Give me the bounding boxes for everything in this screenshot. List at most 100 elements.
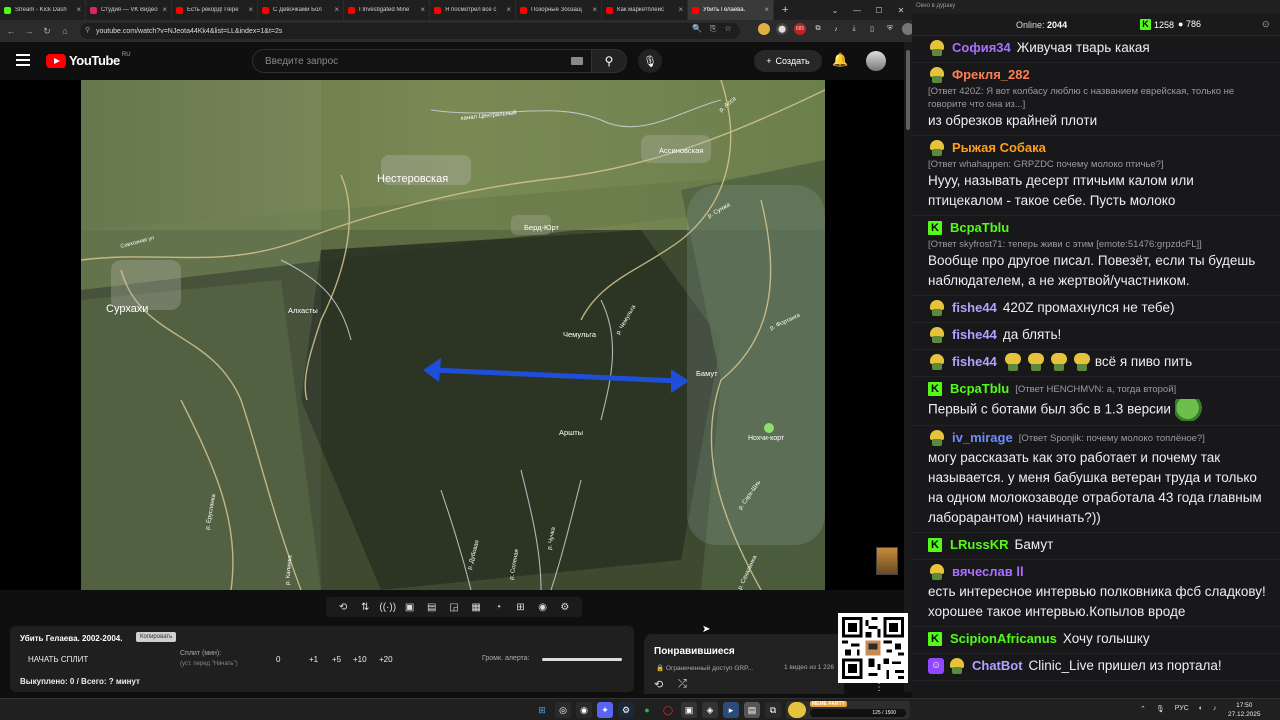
- chat-username[interactable]: fishe44: [952, 298, 997, 318]
- close-tab-icon[interactable]: ×: [678, 5, 683, 14]
- back-icon[interactable]: ←: [4, 26, 18, 36]
- browser-tab[interactable]: С Девочками Бол ×: [258, 0, 344, 20]
- add-icon[interactable]: ⊞: [512, 602, 528, 613]
- reload-icon[interactable]: ↻: [40, 26, 54, 37]
- media-icon[interactable]: ♪: [830, 23, 842, 35]
- notifications-bell-icon[interactable]: 🔔: [832, 52, 848, 68]
- close-tab-icon[interactable]: ×: [76, 5, 81, 14]
- close-tab-icon[interactable]: ×: [506, 5, 511, 14]
- browser-tab[interactable]: Как маркетплейс ×: [602, 0, 688, 20]
- extension-icon[interactable]: ⬤: [776, 23, 788, 35]
- alert-volume-slider[interactable]: [542, 658, 622, 661]
- broadcast-icon[interactable]: ((·)): [379, 602, 396, 613]
- scrollbar-thumb[interactable]: [906, 50, 910, 130]
- download-icon[interactable]: ⤓: [848, 23, 860, 35]
- account-avatar[interactable]: [866, 51, 886, 71]
- chat-username[interactable]: fishe44: [952, 325, 997, 345]
- speed-icon[interactable]: ◔: [490, 602, 506, 613]
- app-icon[interactable]: ▸: [723, 702, 739, 718]
- voice-search-button[interactable]: 🎙: [638, 49, 662, 73]
- chat-username[interactable]: iv_mirage: [952, 428, 1013, 448]
- bookmark-star-icon[interactable]: ☆: [724, 24, 731, 34]
- home-icon[interactable]: ⌂: [58, 26, 72, 36]
- browser-tab-active[interactable]: Убить Гелаева. ×: [688, 0, 774, 20]
- maximize-icon[interactable]: ☐: [868, 0, 890, 20]
- puzzle-icon[interactable]: ⧉: [812, 23, 824, 35]
- system-clock[interactable]: 17:50 27.12.2025: [1228, 701, 1261, 719]
- split-plus-20-button[interactable]: +20: [379, 655, 393, 664]
- tab-search-icon[interactable]: ⌄: [824, 0, 846, 20]
- video-player[interactable]: Сурхахи Нестеровская Ассиновская Берд-Юр…: [0, 80, 904, 590]
- chat-username[interactable]: ChatBot: [972, 656, 1023, 676]
- split-value-button[interactable]: 0: [276, 655, 280, 664]
- loop-icon[interactable]: ⟲: [335, 602, 351, 613]
- discord-icon[interactable]: ✦: [597, 702, 613, 718]
- browser-tab[interactable]: Я посмотрел все с ×: [430, 0, 516, 20]
- app-icon[interactable]: ◈: [702, 702, 718, 718]
- close-tab-icon[interactable]: ×: [592, 5, 597, 14]
- tray-chevron-icon[interactable]: ⌃: [1140, 705, 1146, 713]
- close-tab-icon[interactable]: ×: [248, 5, 253, 14]
- steam-icon[interactable]: ⚙: [618, 702, 634, 718]
- chrome-icon[interactable]: ◎: [555, 702, 571, 718]
- split-plus-5-button[interactable]: +5: [332, 655, 341, 664]
- chat-username[interactable]: ВсраТblu: [950, 218, 1009, 238]
- chat-reply-context[interactable]: [Ответ skyfrost71: теперь живи с этим [e…: [928, 238, 1202, 251]
- site-info-icon[interactable]: ⚲: [85, 26, 90, 34]
- browser-tab[interactable]: Студия — VK Видео ×: [86, 0, 172, 20]
- tray-mic-icon[interactable]: 🎙: [1156, 705, 1165, 713]
- close-tab-icon[interactable]: ×: [764, 5, 769, 14]
- extension-icon[interactable]: [758, 23, 770, 35]
- sidebar-icon[interactable]: ▯: [866, 23, 878, 35]
- watch-later-icon[interactable]: ▣: [402, 602, 418, 613]
- chat-reply-context[interactable]: [Ответ HENCHMVN: а, тогда второй]: [1015, 383, 1176, 396]
- extension-badge-icon[interactable]: 685: [794, 23, 806, 35]
- chat-username[interactable]: София34: [952, 38, 1011, 58]
- vpn-icon[interactable]: ⛨: [884, 23, 896, 35]
- close-tab-icon[interactable]: ×: [334, 5, 339, 14]
- chat-reply-context[interactable]: [Ответ 420Z: Я вот колбасу люблю с назва…: [928, 85, 1266, 111]
- chat-username[interactable]: Фрекля_282: [952, 65, 1030, 85]
- clip-icon[interactable]: ▤: [424, 602, 440, 613]
- keyboard-icon[interactable]: [571, 57, 583, 65]
- language-indicator[interactable]: РУС: [1175, 705, 1189, 713]
- chat-reply-context[interactable]: [Ответ whahappen: GRPZDC почему молоко п…: [928, 158, 1164, 171]
- playlist-title[interactable]: Понравившиеся: [654, 646, 735, 657]
- obs-icon[interactable]: ◉: [576, 702, 592, 718]
- chat-messages[interactable]: София34 Живучая тварь какая Фрекля_282 [Отв…: [912, 36, 1280, 688]
- chat-username[interactable]: fishe44: [952, 352, 997, 372]
- close-tab-icon[interactable]: ×: [420, 5, 425, 14]
- pip-icon[interactable]: ◲: [446, 602, 462, 613]
- app-icon[interactable]: ▣: [681, 702, 697, 718]
- chat-username[interactable]: ВсраТblu: [950, 379, 1009, 399]
- close-tab-icon[interactable]: ×: [162, 5, 167, 14]
- volume-icon[interactable]: ♪: [1213, 705, 1217, 713]
- app-icon[interactable]: ⧉: [765, 702, 781, 718]
- new-tab-button[interactable]: +: [782, 4, 788, 16]
- chat-username[interactable]: Рыжая Собака: [952, 138, 1046, 158]
- start-windows-icon[interactable]: ⊞: [534, 702, 550, 718]
- url-field[interactable]: ⚲ youtube.com/watch?v=NJeota44Kk4&list=L…: [80, 23, 740, 39]
- network-icon[interactable]: ◐: [1199, 705, 1203, 713]
- split-plus-1-button[interactable]: +1: [309, 655, 318, 664]
- search-input[interactable]: Введите запрос: [252, 49, 592, 73]
- browser-tab[interactable]: Позорные Зоозащ ×: [516, 0, 602, 20]
- search-page-icon[interactable]: 🔍: [692, 24, 702, 34]
- forward-icon[interactable]: →: [22, 26, 36, 36]
- settings-gear-icon[interactable]: ⚙: [557, 602, 573, 613]
- start-split-button[interactable]: НАЧАТЬ СПЛИТ: [28, 655, 88, 664]
- app-icon[interactable]: ▤: [744, 702, 760, 718]
- menu-hamburger-icon[interactable]: [16, 54, 30, 66]
- spotify-icon[interactable]: ●: [639, 702, 655, 718]
- split-plus-10-button[interactable]: +10: [353, 655, 367, 664]
- shuffle-icon[interactable]: ⤮: [678, 678, 687, 691]
- chat-settings-icon[interactable]: ⊙: [1262, 19, 1270, 30]
- install-icon[interactable]: ⎘: [710, 24, 716, 34]
- sort-icon[interactable]: ⇅: [357, 602, 373, 613]
- screenshot-icon[interactable]: ◉: [535, 602, 551, 613]
- subtitles-icon[interactable]: ▦: [468, 602, 484, 613]
- create-button[interactable]: + Создать: [754, 50, 822, 72]
- chat-username[interactable]: LRussKR: [950, 535, 1009, 555]
- browser-tab[interactable]: Есть рекорд! Пере ×: [172, 0, 258, 20]
- video-thumbnail[interactable]: [876, 547, 898, 575]
